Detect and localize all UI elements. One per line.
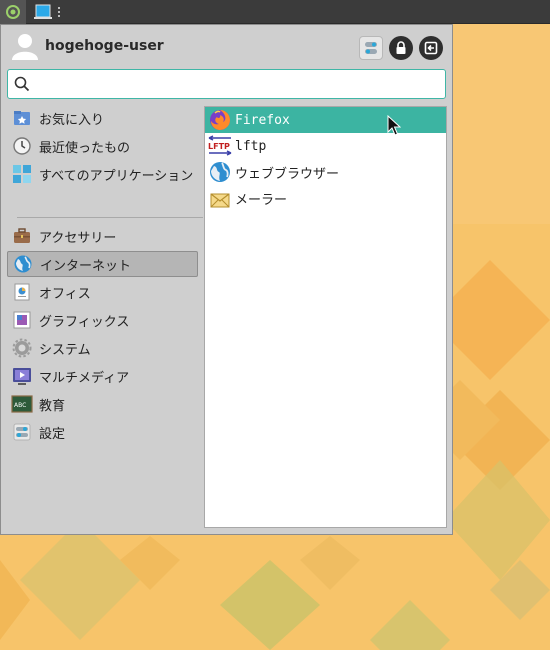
grid-icon — [11, 163, 33, 185]
app-item-mailer[interactable]: メーラー — [205, 185, 446, 211]
category-label: グラフィックス — [39, 314, 130, 330]
settings-manager-button[interactable] — [359, 36, 383, 60]
category-all-applications[interactable]: すべてのアプリケーション — [7, 161, 198, 187]
globe-icon — [12, 253, 34, 275]
category-label: アクセサリー — [39, 230, 117, 246]
app-item-lftp[interactable]: LFTP lftp — [205, 133, 446, 159]
category-label: 設定 — [39, 426, 66, 442]
firefox-icon — [207, 108, 233, 132]
category-office[interactable]: オフィス — [7, 279, 198, 305]
category-separator — [17, 217, 203, 218]
category-internet[interactable]: インターネット — [7, 251, 198, 277]
category-label: すべてのアプリケーション — [39, 168, 194, 184]
category-multimedia[interactable]: マルチメディア — [7, 363, 198, 389]
lftp-icon: LFTP — [207, 134, 233, 158]
application-menu: hogehoge-user お気に入り 最近使ったもの すべてのアプリケーション… — [0, 24, 453, 535]
app-item-firefox[interactable]: Firefox — [205, 107, 446, 133]
workspace-switcher[interactable] — [34, 3, 64, 21]
workspace-icon — [34, 4, 60, 19]
category-accessories[interactable]: アクセサリー — [7, 223, 198, 249]
category-label: お気に入り — [39, 112, 105, 128]
chalkboard-icon: ABC — [11, 393, 33, 415]
mouse-logo-icon — [6, 5, 20, 19]
mail-icon — [207, 186, 233, 210]
category-label: オフィス — [39, 286, 91, 302]
svg-text:ABC: ABC — [14, 402, 26, 409]
category-label: インターネット — [40, 258, 132, 274]
category-label: システム — [39, 342, 91, 358]
whisker-menu-button[interactable] — [0, 0, 26, 24]
log-out-icon — [424, 41, 438, 55]
toggle-settings-icon — [365, 42, 377, 54]
category-graphics[interactable]: グラフィックス — [7, 307, 198, 333]
mouse-cursor-icon — [387, 115, 401, 136]
search-icon — [14, 76, 30, 92]
lock-screen-button[interactable] — [389, 36, 413, 60]
application-list: Firefox LFTP lftp ウェブブラウザー メーラー — [204, 106, 447, 528]
menu-header: hogehoge-user — [1, 25, 452, 69]
multimedia-icon — [11, 365, 33, 387]
category-settings[interactable]: 設定 — [7, 419, 198, 445]
app-label: Firefox — [235, 112, 290, 128]
top-panel — [0, 0, 550, 24]
category-favorites[interactable]: お気に入り — [7, 105, 198, 131]
clock-icon — [11, 135, 33, 157]
category-system[interactable]: システム — [7, 335, 198, 361]
app-item-web-browser[interactable]: ウェブブラウザー — [205, 159, 446, 185]
search-box[interactable] — [7, 69, 446, 99]
username-label: hogehoge-user — [45, 38, 164, 54]
office-icon — [11, 281, 33, 303]
category-label: マルチメディア — [39, 370, 130, 386]
favorites-folder-icon — [11, 107, 33, 129]
lock-icon — [396, 41, 406, 54]
svg-text:LFTP: LFTP — [208, 142, 230, 151]
app-label: メーラー — [235, 192, 288, 208]
user-avatar-icon — [12, 34, 38, 60]
app-label: ウェブブラウザー — [235, 166, 340, 182]
briefcase-icon — [11, 225, 33, 247]
category-label: 最近使ったもの — [39, 140, 131, 156]
web-browser-icon — [207, 160, 233, 184]
category-label: 教育 — [39, 398, 66, 414]
category-education[interactable]: ABC 教育 — [7, 391, 198, 417]
graphics-icon — [11, 309, 33, 331]
app-label: lftp — [235, 138, 267, 154]
category-recent[interactable]: 最近使ったもの — [7, 133, 198, 159]
log-out-button[interactable] — [419, 36, 443, 60]
search-input[interactable] — [36, 74, 436, 94]
gear-icon — [11, 337, 33, 359]
settings-icon — [11, 421, 33, 443]
